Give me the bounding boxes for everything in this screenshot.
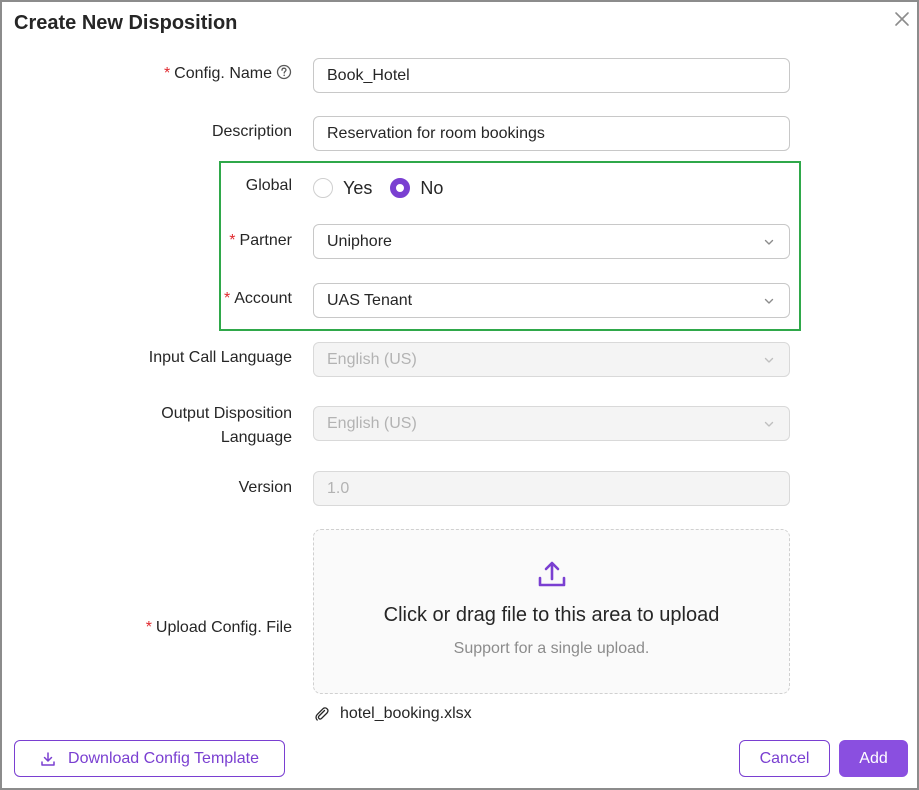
close-icon	[895, 12, 909, 26]
paperclip-icon	[315, 707, 329, 721]
partner-select[interactable]: Uniphore	[313, 224, 790, 259]
required-marker: *	[145, 619, 152, 636]
upload-config-file-label-text: Upload Config. File	[155, 619, 292, 636]
output-disposition-label-line1: Output Disposition	[161, 405, 292, 422]
upload-icon	[538, 561, 566, 587]
download-config-template-button[interactable]: Download Config Template	[14, 740, 285, 777]
close-button[interactable]	[891, 8, 913, 30]
chevron-down-icon	[764, 298, 774, 304]
required-marker: *	[229, 232, 236, 249]
description-value: Reservation for room bookings	[327, 124, 545, 142]
chevron-down-icon	[764, 357, 774, 363]
add-button[interactable]: Add	[839, 740, 908, 777]
global-radio-yes[interactable]: Yes	[313, 178, 372, 199]
input-call-language-select: English (US)	[313, 342, 790, 377]
chevron-down-icon	[764, 421, 774, 427]
chevron-down-icon	[764, 239, 774, 245]
global-radio-no[interactable]: No	[390, 178, 443, 199]
global-label: Global	[245, 177, 292, 194]
cancel-button[interactable]: Cancel	[739, 740, 830, 777]
output-disposition-label-line2: Language	[220, 429, 292, 446]
upload-dropzone[interactable]: Click or drag file to this area to uploa…	[313, 529, 790, 694]
version-value: 1.0	[327, 479, 350, 497]
cancel-label: Cancel	[759, 749, 810, 767]
config-name-input[interactable]: Book_Hotel	[313, 58, 790, 93]
version-input: 1.0	[313, 471, 790, 506]
upload-config-file-label: * Upload Config. File	[146, 619, 292, 637]
version-label: Version	[238, 479, 292, 496]
partner-label-text: Partner	[239, 232, 292, 249]
output-disposition-language-label: Output Disposition Language	[161, 402, 292, 450]
global-no-label: No	[420, 177, 444, 198]
download-icon	[41, 751, 55, 766]
create-disposition-dialog: Create New Disposition * Config. Name Boo…	[0, 0, 919, 790]
output-disposition-language-value: English (US)	[327, 414, 417, 432]
account-label: * Account	[224, 290, 292, 308]
description-label: Description	[211, 123, 292, 140]
uploaded-file-item[interactable]: hotel_booking.xlsx	[314, 705, 472, 723]
input-call-language-value: English (US)	[327, 350, 417, 368]
add-label: Add	[859, 749, 888, 767]
required-marker: *	[223, 290, 231, 307]
config-name-value: Book_Hotel	[327, 66, 410, 84]
upload-main-text: Click or drag file to this area to uploa…	[383, 604, 720, 626]
output-disposition-language-select: English (US)	[313, 406, 790, 441]
global-radio-group: Yes No	[313, 176, 461, 200]
input-call-language-label: Input Call Language	[148, 349, 292, 366]
global-yes-label: Yes	[343, 177, 373, 198]
partner-value: Uniphore	[327, 232, 392, 250]
question-circle-icon[interactable]	[276, 64, 292, 85]
dialog-title: Create New Disposition	[14, 12, 238, 34]
config-name-label-text: Config. Name	[174, 65, 272, 82]
account-select[interactable]: UAS Tenant	[313, 283, 790, 318]
upload-hint-text: Support for a single upload.	[453, 640, 650, 657]
required-marker: *	[163, 65, 171, 82]
download-config-template-label: Download Config Template	[68, 749, 259, 767]
description-input[interactable]: Reservation for room bookings	[313, 116, 790, 151]
radio-unchecked-icon	[313, 178, 333, 198]
config-name-label: * Config. Name	[164, 64, 292, 85]
account-value: UAS Tenant	[327, 291, 413, 309]
account-label-text: Account	[234, 290, 292, 307]
uploaded-file-name: hotel_booking.xlsx	[340, 705, 472, 722]
radio-checked-icon	[390, 178, 411, 198]
partner-label: * Partner	[229, 232, 292, 250]
